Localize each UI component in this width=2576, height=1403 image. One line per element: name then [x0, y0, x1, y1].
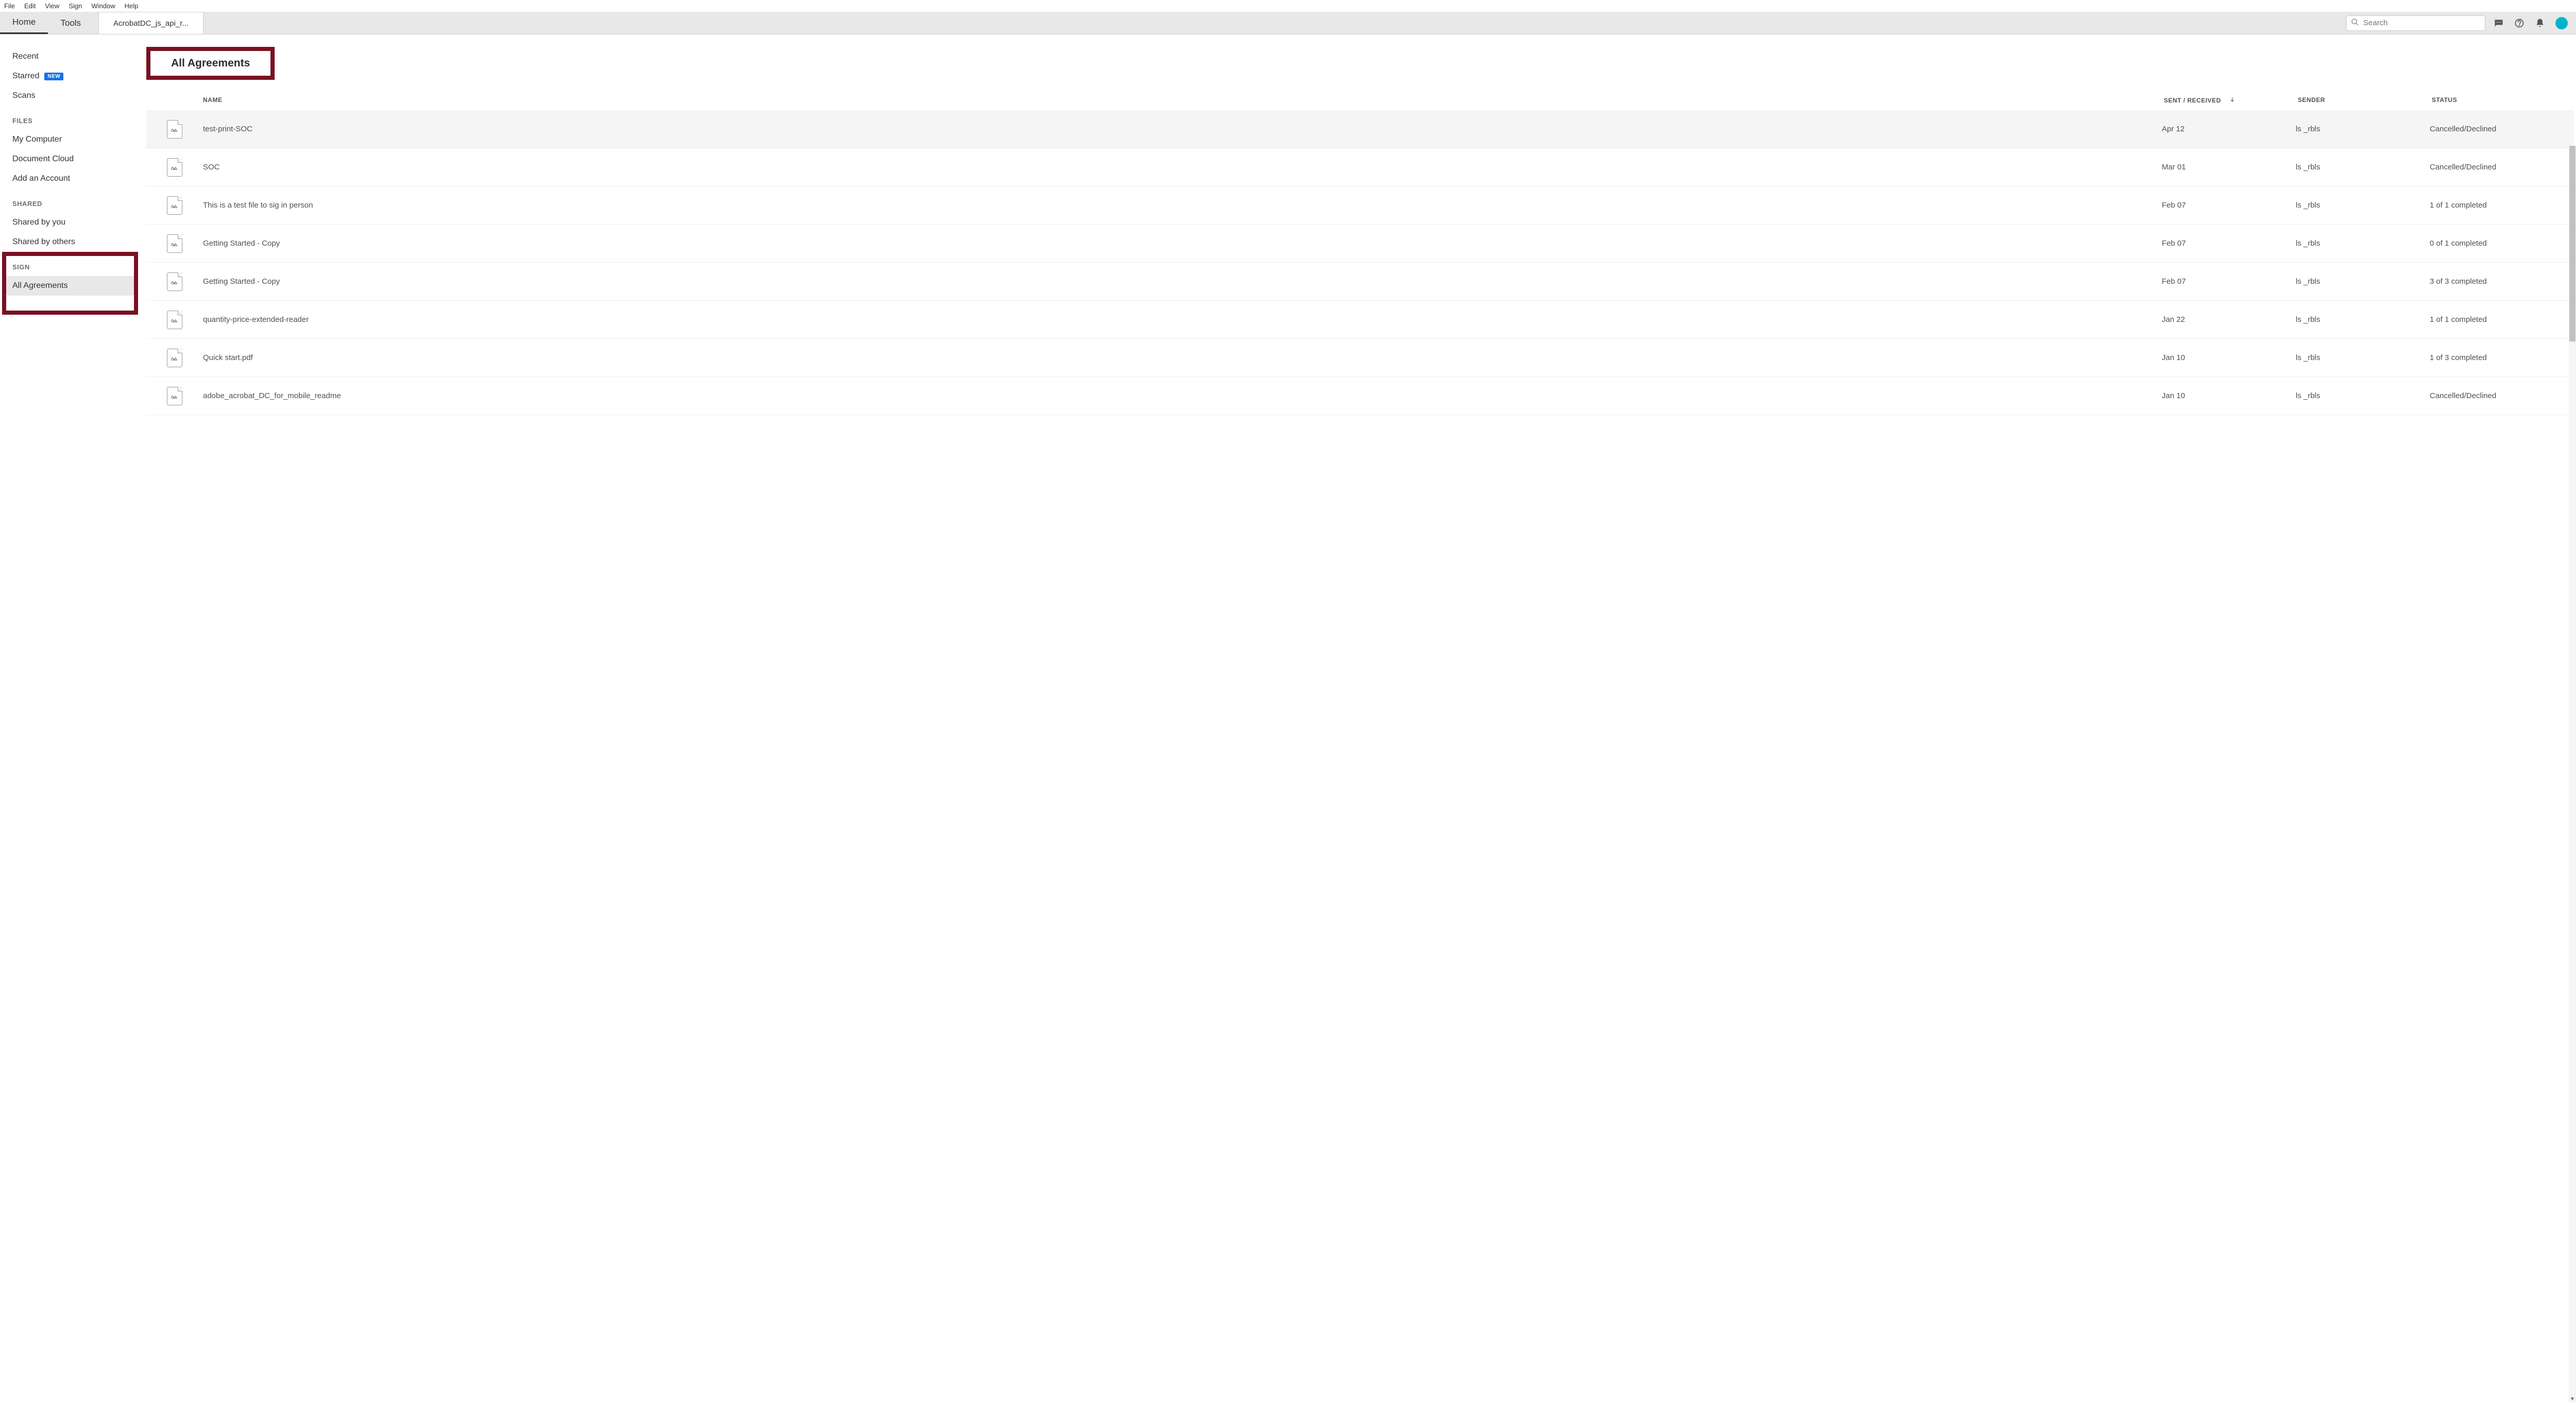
document-icon: [146, 272, 203, 291]
menubar: File Edit View Sign Window Help: [0, 0, 2576, 12]
table-row[interactable]: adobe_acrobat_DC_for_mobile_readmeJan 10…: [146, 377, 2574, 415]
sort-arrow-down-icon: [2229, 97, 2235, 104]
tab-document[interactable]: AcrobatDC_js_api_r...: [98, 12, 204, 34]
cell-date: Feb 07: [2162, 277, 2296, 286]
cell-date: Jan 10: [2162, 353, 2296, 362]
new-badge: NEW: [44, 73, 63, 80]
sidebar-item-label: Starred: [12, 72, 39, 81]
table-row[interactable]: test-print-SOCApr 12ls _rblsCancelled/De…: [146, 110, 2574, 148]
column-name[interactable]: NAME: [203, 96, 2164, 104]
sidebar-item-shared-by-you[interactable]: Shared by you: [0, 213, 144, 232]
cell-date: Apr 12: [2162, 125, 2296, 133]
cell-name: Getting Started - Copy: [203, 239, 2162, 248]
sidebar: Recent Starred NEW Scans FILES My Comput…: [0, 35, 144, 1402]
help-icon[interactable]: [2514, 18, 2524, 28]
scrollbar[interactable]: ▼: [2569, 146, 2576, 1402]
cell-name: Getting Started - Copy: [203, 277, 2162, 286]
table-row[interactable]: Quick start.pdfJan 10ls _rbls1 of 3 comp…: [146, 339, 2574, 377]
cell-sender: ls _rbls: [2296, 277, 2430, 286]
document-icon: [146, 158, 203, 177]
cell-date: Feb 07: [2162, 239, 2296, 248]
cell-status: 3 of 3 completed: [2430, 277, 2574, 286]
document-icon: [146, 387, 203, 405]
table-body: test-print-SOCApr 12ls _rblsCancelled/De…: [146, 110, 2574, 1402]
table-row[interactable]: Getting Started - CopyFeb 07ls _rbls0 of…: [146, 225, 2574, 263]
column-status[interactable]: STATUS: [2432, 96, 2576, 104]
sidebar-item-starred[interactable]: Starred NEW: [0, 66, 144, 86]
menu-sign[interactable]: Sign: [69, 2, 82, 10]
table-row[interactable]: This is a test file to sig in personFeb …: [146, 186, 2574, 225]
cell-name: adobe_acrobat_DC_for_mobile_readme: [203, 391, 2162, 400]
sidebar-heading-sign: SIGN: [0, 252, 144, 276]
cell-date: Feb 07: [2162, 201, 2296, 210]
main: All Agreements NAME SENT / RECEIVED SEND…: [144, 35, 2576, 1402]
cell-name: quantity-price-extended-reader: [203, 315, 2162, 324]
column-sender[interactable]: SENDER: [2298, 96, 2432, 104]
cell-name: test-print-SOC: [203, 125, 2162, 133]
cell-name: SOC: [203, 163, 2162, 172]
highlight-page-title: All Agreements: [146, 47, 275, 80]
tab-tools[interactable]: Tools: [48, 12, 93, 34]
column-sent-received[interactable]: SENT / RECEIVED: [2164, 96, 2298, 104]
page-title: All Agreements: [171, 57, 250, 70]
scrollbar-thumb[interactable]: [2569, 146, 2575, 341]
cell-status: 1 of 1 completed: [2430, 201, 2574, 210]
search-box[interactable]: [2346, 15, 2485, 31]
sidebar-item-shared-by-others[interactable]: Shared by others: [0, 232, 144, 252]
menu-view[interactable]: View: [45, 2, 59, 10]
sidebar-item-scans[interactable]: Scans: [0, 86, 144, 106]
cell-date: Jan 10: [2162, 391, 2296, 400]
bell-icon[interactable]: [2535, 18, 2545, 28]
cell-status: Cancelled/Declined: [2430, 391, 2574, 400]
sidebar-item-my-computer[interactable]: My Computer: [0, 130, 144, 149]
table-row[interactable]: Getting Started - CopyFeb 07ls _rbls3 of…: [146, 263, 2574, 301]
cell-sender: ls _rbls: [2296, 239, 2430, 248]
sidebar-item-add-account[interactable]: Add an Account: [0, 169, 144, 189]
cell-status: Cancelled/Declined: [2430, 163, 2574, 172]
tab-home[interactable]: Home: [0, 12, 48, 34]
document-icon: [146, 234, 203, 253]
search-input[interactable]: [2363, 19, 2481, 27]
cell-date: Mar 01: [2162, 163, 2296, 172]
menu-edit[interactable]: Edit: [24, 2, 36, 10]
avatar[interactable]: [2555, 17, 2568, 29]
cell-name: Quick start.pdf: [203, 353, 2162, 362]
cell-sender: ls _rbls: [2296, 391, 2430, 400]
cell-sender: ls _rbls: [2296, 125, 2430, 133]
cell-sender: ls _rbls: [2296, 163, 2430, 172]
content: Recent Starred NEW Scans FILES My Comput…: [0, 35, 2576, 1402]
sidebar-item-recent[interactable]: Recent: [0, 47, 144, 66]
menu-window[interactable]: Window: [91, 2, 115, 10]
toolbar-icons: [2494, 17, 2576, 29]
scrollbar-arrow-down-icon[interactable]: ▼: [2569, 1395, 2576, 1402]
cell-status: 1 of 1 completed: [2430, 315, 2574, 324]
menu-file[interactable]: File: [4, 2, 15, 10]
document-icon: [146, 349, 203, 367]
sidebar-item-document-cloud[interactable]: Document Cloud: [0, 149, 144, 169]
document-icon: [146, 311, 203, 329]
cell-status: 0 of 1 completed: [2430, 239, 2574, 248]
sidebar-heading-shared: SHARED: [0, 189, 144, 213]
cell-status: 1 of 3 completed: [2430, 353, 2574, 362]
menu-help[interactable]: Help: [125, 2, 139, 10]
document-icon: [146, 196, 203, 215]
sidebar-item-all-agreements[interactable]: All Agreements: [6, 276, 138, 296]
cell-date: Jan 22: [2162, 315, 2296, 324]
document-icon: [146, 120, 203, 139]
cell-sender: ls _rbls: [2296, 315, 2430, 324]
table-row[interactable]: SOCMar 01ls _rblsCancelled/Declined: [146, 148, 2574, 186]
toolbar: Home Tools AcrobatDC_js_api_r...: [0, 12, 2576, 35]
cell-name: This is a test file to sig in person: [203, 201, 2162, 210]
cell-sender: ls _rbls: [2296, 353, 2430, 362]
search-icon: [2351, 18, 2359, 28]
chat-icon[interactable]: [2494, 18, 2504, 28]
cell-status: Cancelled/Declined: [2430, 125, 2574, 133]
table-header: NAME SENT / RECEIVED SENDER STATUS: [146, 90, 2576, 110]
toolbar-tabs: Home Tools AcrobatDC_js_api_r...: [0, 12, 204, 34]
table-row[interactable]: quantity-price-extended-readerJan 22ls _…: [146, 301, 2574, 339]
sidebar-heading-files: FILES: [0, 106, 144, 130]
cell-sender: ls _rbls: [2296, 201, 2430, 210]
